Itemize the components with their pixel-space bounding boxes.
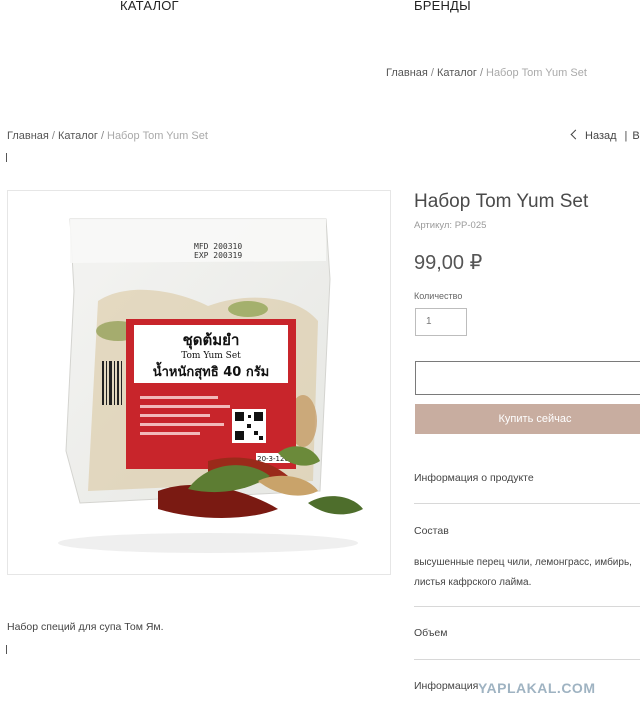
section-divider [414, 503, 640, 504]
quantity-label: Количество [414, 291, 463, 301]
label-text-line [140, 405, 230, 408]
section-divider [414, 659, 640, 660]
product-image[interactable]: ชุดต้มยำ Tom Yum Set น้ำหนักสุทธิ 40 กรั… [7, 190, 391, 575]
label-text-line [140, 423, 224, 426]
breadcrumb-catalog[interactable]: Каталог [58, 130, 98, 142]
label-english-title: Tom Yum Set [181, 351, 241, 361]
mfd-date: MFD 200310 [194, 242, 242, 251]
add-to-cart-button[interactable] [415, 361, 640, 395]
label-text-line [140, 432, 200, 435]
section-divider [414, 606, 640, 607]
product-price: 99,00 ₽ [414, 252, 483, 274]
breadcrumb-top: Главная / Каталог / Набор Tom Yum Set [386, 67, 587, 79]
pager-divider: | [624, 130, 628, 142]
quantity-input[interactable]: 1 [415, 308, 467, 336]
volume-toggle[interactable]: Объем [414, 627, 447, 639]
next-link[interactable]: В [632, 130, 639, 142]
nav-catalog[interactable]: КАТАЛОГ [120, 0, 179, 13]
composition-toggle[interactable]: Состав [414, 525, 449, 537]
breadcrumb-separator: / [430, 67, 434, 79]
bag-shadow [58, 533, 358, 553]
breadcrumb-current: Набор Tom Yum Set [107, 130, 208, 142]
product-pager: Назад | В [570, 129, 640, 142]
breadcrumb-home[interactable]: Главная [386, 67, 428, 79]
breadcrumb-home[interactable]: Главная [7, 130, 49, 142]
product-description: Набор специй для супа Том Ям. [7, 621, 164, 633]
product-title: Набор Tom Yum Set [414, 191, 589, 212]
breadcrumb-separator: / [479, 67, 483, 79]
leaf [228, 301, 268, 317]
back-link[interactable]: Назад [570, 129, 617, 142]
watermark: YAPLAKAL.COM [478, 680, 596, 696]
nav-brands[interactable]: БРЕНДЫ [414, 0, 471, 13]
label-text-line [140, 414, 210, 417]
label-text-line [140, 396, 218, 399]
text-cursor [6, 645, 7, 654]
buy-now-button[interactable]: Купить сейчас [415, 404, 640, 434]
more-info-toggle[interactable]: Информация [414, 680, 478, 692]
breadcrumb: Главная / Каталог / Набор Tom Yum Set [7, 130, 208, 142]
chevron-left-icon [570, 129, 581, 140]
exp-date: EXP 200319 [194, 251, 242, 260]
product-photo: ชุดต้มยำ Tom Yum Set น้ำหนักสุทธิ 40 กรั… [58, 218, 363, 553]
breadcrumb-separator: / [100, 130, 104, 142]
breadcrumb-catalog[interactable]: Каталог [437, 67, 477, 79]
text-cursor [6, 153, 7, 162]
product-sku: Артикул: PP-025 [414, 220, 487, 231]
composition-text: высушенные перец чили, лемонграсс, имбир… [414, 557, 632, 588]
label-thai-title: ชุดต้มยำ [183, 331, 240, 350]
product-info-toggle[interactable]: Информация о продукте [414, 472, 534, 484]
back-label: Назад [585, 130, 617, 142]
lime-leaf [308, 496, 363, 515]
breadcrumb-current: Набор Tom Yum Set [486, 67, 587, 79]
breadcrumb-separator: / [51, 130, 55, 142]
